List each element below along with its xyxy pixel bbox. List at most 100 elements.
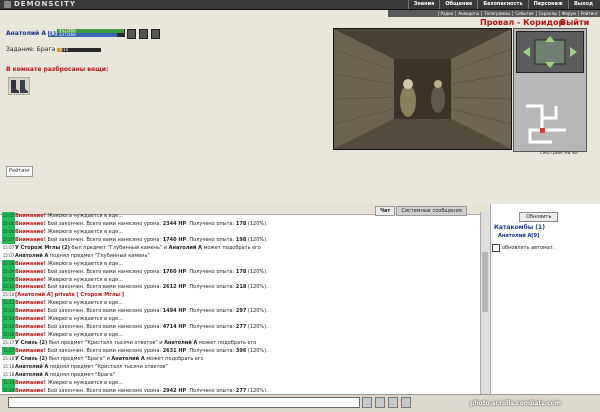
message-text: Жеврюга нуждается в еде... — [45, 300, 124, 307]
message-text: Бой закончен. Всего вами нанесено урона: — [45, 236, 163, 243]
message-text[interactable]: Анатолий А — [15, 364, 48, 370]
nav-exit[interactable]: Выход — [567, 0, 598, 9]
message-time[interactable]: 15:09 — [2, 267, 15, 276]
room-user[interactable]: Анатолий А[9] — [498, 233, 539, 239]
nav-character[interactable]: Персонаж — [527, 0, 568, 9]
message-text: (120%). — [246, 387, 268, 392]
mana-text: 237/268 — [59, 32, 76, 37]
nav-security[interactable]: Безопасность — [477, 0, 527, 9]
message-time[interactable]: 15:07 — [2, 235, 15, 244]
shield-icon[interactable] — [151, 29, 160, 39]
message-time[interactable]: 15:19 — [2, 378, 15, 387]
subnav-radio[interactable]: Радио — [437, 11, 456, 16]
subnav-jokes[interactable]: Анекдоты — [455, 11, 481, 16]
chat-message: 15:16Внимание! Жеврюга нуждается в еде..… — [2, 331, 480, 339]
chat-input[interactable] — [8, 397, 360, 408]
message-time[interactable]: 15:13 — [2, 299, 15, 308]
warning-label: Внимание! — [15, 228, 46, 235]
message-time[interactable]: 15:15 — [2, 323, 15, 332]
status-icons — [127, 29, 160, 39]
message-time[interactable]: 15:16 — [2, 331, 15, 339]
message-time[interactable]: 15:13 — [2, 307, 15, 316]
message-time[interactable]: 15:20 — [2, 386, 15, 392]
message-text[interactable]: 1494 HP — [163, 308, 187, 314]
message-text[interactable]: Анатолий А — [15, 372, 48, 378]
message-time[interactable]: 15:18 — [2, 363, 15, 371]
message-time[interactable]: 15:06 — [2, 219, 15, 228]
effect-icon[interactable] — [127, 29, 136, 39]
warning-label: Внимание! — [15, 308, 46, 315]
subnav-rating[interactable]: Рейтинг — [577, 11, 600, 16]
message-text[interactable]: Анатолий А — [15, 253, 48, 259]
logo-icon — [4, 0, 11, 8]
message-time[interactable]: 15:18 — [2, 371, 15, 379]
boots-icon[interactable] — [8, 77, 30, 95]
message-text[interactable]: 198 — [236, 237, 246, 243]
settings-icon[interactable] — [401, 397, 411, 408]
smiley-icon[interactable] — [362, 397, 372, 408]
message-time[interactable]: 15:14 — [2, 315, 15, 324]
message-text[interactable]: 178 — [236, 221, 246, 227]
message-text[interactable]: 277 — [236, 388, 246, 392]
message-time[interactable]: 15:10 — [2, 283, 15, 292]
dungeon-viewport[interactable] — [333, 28, 512, 150]
location-title: Провал - Коридор — [480, 18, 565, 27]
navigation-compass[interactable] — [516, 31, 584, 73]
message-text: Бой закончен. Всего вами нанесено урона: — [45, 220, 163, 227]
message-time[interactable]: 15:07 — [2, 252, 15, 260]
subnav-scrolls[interactable]: Скроллы — [535, 11, 559, 16]
message-text[interactable]: У Слизь (2) — [15, 356, 47, 362]
message-text[interactable]: У Слизь (2) — [15, 340, 47, 346]
facing-direction: смотрим на юг — [540, 150, 580, 156]
message-time[interactable]: 15:17 — [2, 339, 15, 347]
exit-link[interactable]: Выйти — [560, 18, 589, 27]
message-text[interactable]: Анатолий А — [164, 340, 197, 346]
warning-label: Внимание! — [15, 332, 46, 339]
player-name[interactable]: Анатолий А [9] — [6, 30, 59, 37]
message-time[interactable]: 15:09 — [2, 275, 15, 284]
message-time[interactable]: 15:07 — [2, 244, 15, 252]
message-text[interactable]: 297 — [236, 308, 246, 314]
chat-message: 15:18Анатолий А поднял предмет "Брага" — [2, 371, 480, 379]
message-text[interactable]: Анатолий А — [111, 356, 144, 362]
message-text[interactable]: 277 — [236, 324, 246, 330]
chat-message: 15:19Внимание! Жеврюга нуждается в еде..… — [2, 378, 480, 387]
message-text[interactable]: 1740 HP — [163, 237, 187, 243]
chat-message: 15:20Внимание! Бой закончен. Всего вами … — [2, 386, 480, 392]
message-text[interactable]: 2344 HP — [163, 221, 187, 227]
warning-label: Внимание! — [15, 268, 46, 275]
filter-icon[interactable] — [388, 397, 398, 408]
rating-button[interactable]: Рейтинг — [6, 166, 34, 177]
message-text[interactable]: 2612 HP — [163, 284, 187, 290]
subnav-forum[interactable]: Форум — [559, 11, 578, 16]
message-time[interactable]: 15:08 — [2, 259, 15, 268]
clear-icon[interactable] — [375, 397, 385, 408]
watermark: photo.scrolls.combats.com — [470, 400, 562, 407]
message-time[interactable]: 15:10 — [2, 291, 15, 299]
subnav-telegrams[interactable]: Телеграммы — [481, 11, 512, 16]
shield-icon[interactable] — [139, 29, 148, 39]
message-text[interactable]: 396 — [236, 348, 246, 354]
message-time[interactable]: 15:06 — [2, 227, 15, 236]
warning-label: Внимание! — [15, 316, 46, 323]
nav-communication[interactable]: Общение — [439, 0, 477, 9]
message-text[interactable]: 4714 HP — [163, 324, 187, 330]
message-text[interactable]: 218 — [236, 284, 246, 290]
refresh-button[interactable]: Обновить — [519, 212, 559, 222]
nav-knowledge[interactable]: Знания — [407, 0, 440, 9]
message-text: может подобрать его — [201, 244, 261, 251]
message-text[interactable]: 2942 HP — [163, 388, 187, 392]
message-time[interactable]: 15:18 — [2, 355, 15, 363]
message-time[interactable]: 15:17 — [2, 346, 15, 355]
subnav-events[interactable]: События — [512, 11, 535, 16]
message-text[interactable]: Анатолий А — [169, 245, 202, 251]
message-text[interactable]: 1760 HP — [163, 269, 187, 275]
message-time[interactable]: 15:05 — [2, 212, 15, 220]
message-text[interactable]: 2631 HP — [163, 348, 187, 354]
auto-refresh-toggle[interactable]: обновлять автомат. — [492, 244, 554, 252]
message-text[interactable]: 178 — [236, 269, 246, 275]
checkbox-icon[interactable] — [492, 244, 500, 252]
message-text[interactable]: У Сторож Мглы (2) — [15, 245, 70, 251]
chat-scrollbar[interactable] — [480, 212, 489, 395]
message-text: Бой закончен. Всего вами нанесено урона: — [45, 347, 163, 354]
